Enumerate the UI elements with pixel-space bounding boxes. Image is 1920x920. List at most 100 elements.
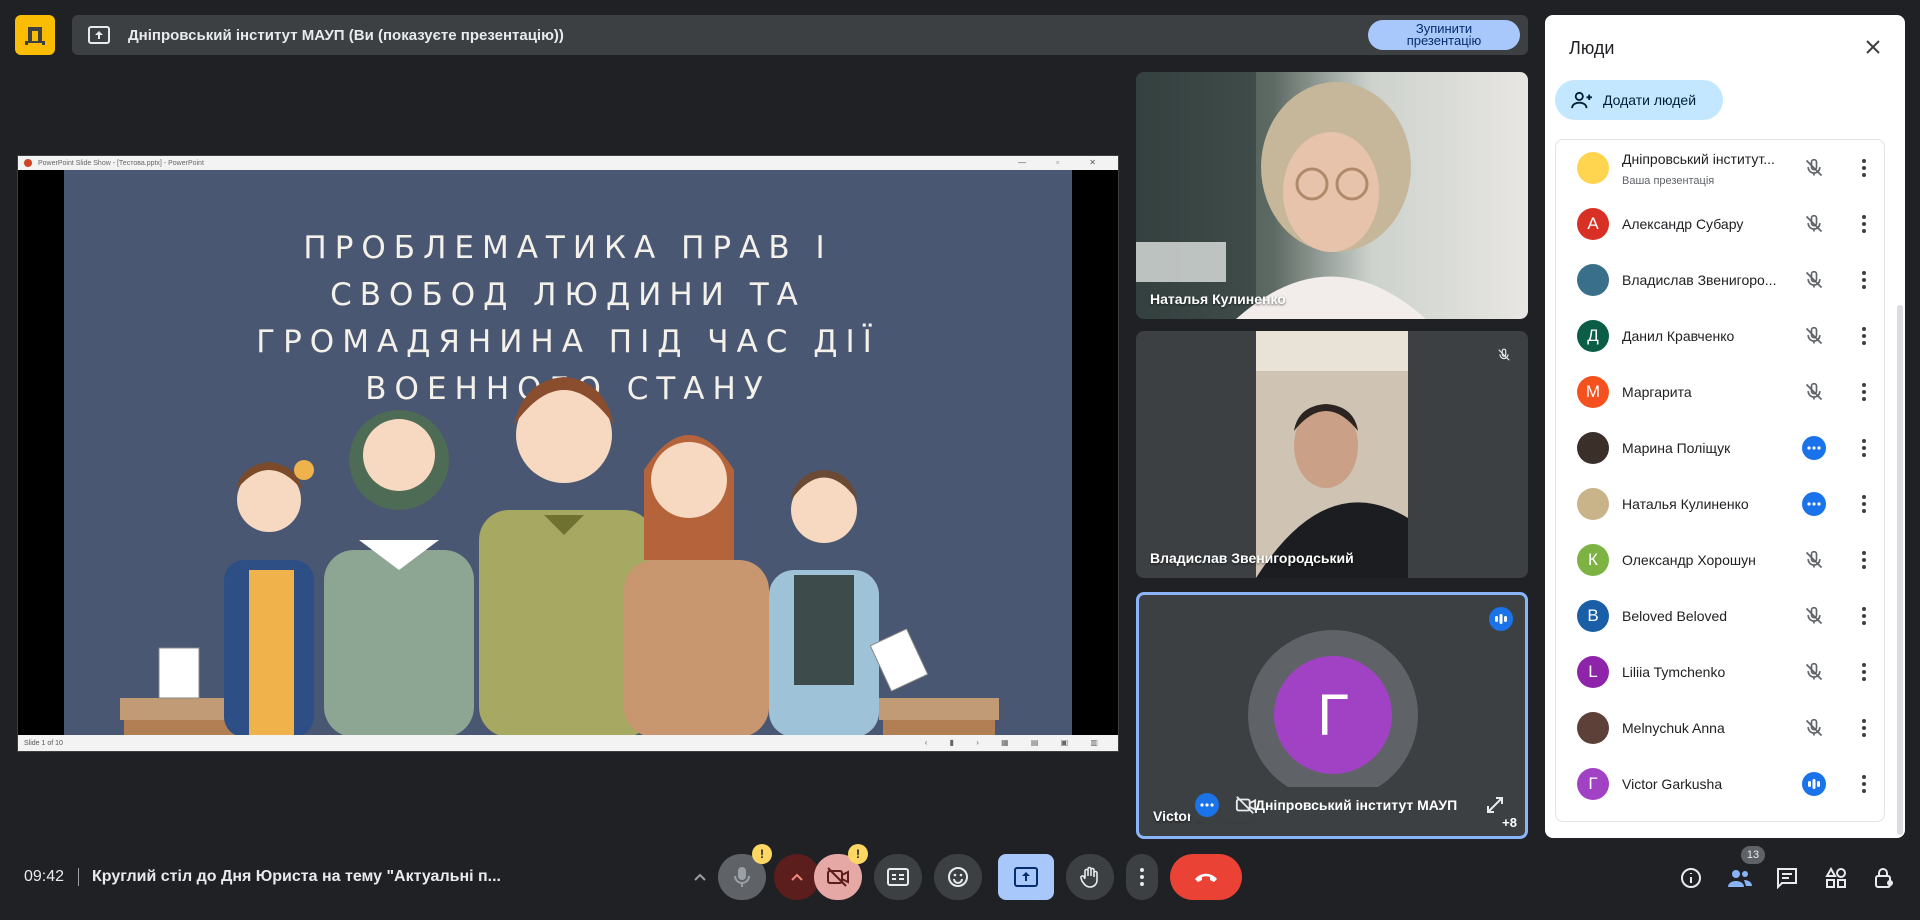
avatar: Д <box>1577 320 1609 352</box>
avatar: L <box>1577 656 1609 688</box>
host-controls-button[interactable] <box>1870 864 1898 892</box>
avatar: B <box>1577 600 1609 632</box>
mic-off-icon <box>1802 660 1826 684</box>
divider <box>78 868 79 886</box>
mic-off-icon <box>1802 212 1826 236</box>
institute-logo-icon <box>25 27 45 45</box>
participant-row[interactable]: К Олександр Хорошун <box>1556 532 1886 588</box>
more-vert-icon[interactable] <box>1854 156 1874 180</box>
more-vert-icon[interactable] <box>1854 268 1874 292</box>
meeting-details-button[interactable] <box>1677 864 1705 892</box>
participant-name: Марина Поліщук <box>1622 440 1731 456</box>
emoji-icon <box>948 867 968 887</box>
meeting-title: Круглий стіл до Дня Юриста на тему "Акту… <box>92 868 501 885</box>
mic-off-icon <box>1802 156 1826 180</box>
mic-off-icon <box>1802 604 1826 628</box>
mic-off-icon <box>1802 548 1826 572</box>
avatar <box>1577 712 1609 744</box>
participant-row[interactable]: Владислав Звенигоро... <box>1556 252 1886 308</box>
more-vert-icon[interactable] <box>1854 716 1874 740</box>
more-vert-icon[interactable] <box>1854 772 1874 796</box>
participant-subtitle: Ваша презентація <box>1622 175 1715 187</box>
camera-off-icon <box>1235 795 1257 820</box>
mic-off-icon <box>1802 268 1826 292</box>
people-count-badge: 13 <box>1741 846 1765 864</box>
speaking-indicator-icon <box>1802 772 1826 796</box>
powerpoint-statusbar: Slide 1 of 10 ‹ ▮ › ▦ ▤ ▣ ▥ <box>18 735 1118 751</box>
warning-icon: ! <box>848 844 868 864</box>
avatar <box>1577 488 1609 520</box>
participant-row[interactable]: B Beloved Beloved <box>1556 588 1886 644</box>
participant-list[interactable]: Дніпровський інститут... Ваша презентація… <box>1555 139 1885 822</box>
emoji-button[interactable] <box>934 854 982 900</box>
participant-row[interactable]: Д Данил Кравченко <box>1556 308 1886 364</box>
chat-button[interactable] <box>1773 864 1801 892</box>
participant-name: Melnychuk Anna <box>1622 720 1725 736</box>
panel-title: Люди <box>1569 38 1615 58</box>
present-button[interactable] <box>998 854 1054 900</box>
more-vert-icon <box>1140 868 1144 886</box>
more-options-icon[interactable] <box>1802 436 1826 460</box>
captions-icon <box>887 868 909 886</box>
participant-row[interactable]: Дніпровський інститут... Ваша презентація <box>1556 140 1886 196</box>
participant-name: Victor Garkusha <box>1622 776 1723 792</box>
participant-name: Liliia Tymchenko <box>1622 664 1726 680</box>
chevron-up-icon <box>694 873 706 881</box>
present-screen-icon <box>88 25 112 45</box>
video-tile-victor[interactable]: Г Victor Garkusha Дніпровський інститут … <box>1136 592 1528 839</box>
participant-row[interactable]: М Маргарита <box>1556 364 1886 420</box>
participant-row[interactable]: Марина Поліщук <box>1556 420 1886 476</box>
participant-name: Наталья Кулиненко <box>1622 496 1749 512</box>
participant-row[interactable]: Наталья Кулиненко <box>1556 476 1886 532</box>
avatar <box>1577 432 1609 464</box>
participant-name: Александр Субару <box>1622 216 1744 232</box>
presenting-label: Дніпровський інститут МАУП (Ви (показуєт… <box>128 26 564 44</box>
more-vert-icon[interactable] <box>1854 324 1874 348</box>
more-vert-icon[interactable] <box>1854 436 1874 460</box>
video-tile-vladyslav[interactable]: Владислав Звенигородський <box>1136 331 1528 578</box>
participant-name: Наталья Кулиненко <box>1150 291 1286 307</box>
participant-row[interactable]: А Александр Субару <box>1556 196 1886 252</box>
participant-name: Владислав Звенигоро... <box>1622 272 1777 288</box>
scrollbar[interactable] <box>1897 305 1903 835</box>
audio-options-button[interactable] <box>680 854 720 900</box>
activities-button[interactable] <box>1822 864 1850 892</box>
more-options-icon[interactable] <box>1195 793 1219 817</box>
participant-row[interactable]: Г Victor Garkusha <box>1556 756 1886 812</box>
more-options-button[interactable] <box>1126 854 1158 900</box>
avatar: К <box>1577 544 1609 576</box>
camera-off-icon <box>827 867 849 887</box>
more-vert-icon[interactable] <box>1854 548 1874 572</box>
raise-hand-button[interactable] <box>1066 854 1114 900</box>
camera-feed <box>1136 72 1426 319</box>
more-vert-icon[interactable] <box>1854 604 1874 628</box>
leave-call-button[interactable] <box>1170 854 1242 900</box>
video-tile-natalya[interactable]: Наталья Кулиненко <box>1136 72 1528 319</box>
avatar: Г <box>1577 768 1609 800</box>
avatar: М <box>1577 376 1609 408</box>
powerpoint-icon <box>24 159 32 167</box>
shared-screen: PowerPoint Slide Show - [Тестова.pptx] -… <box>17 155 1119 752</box>
add-person-icon <box>1571 91 1592 109</box>
participant-name: Маргарита <box>1622 384 1692 400</box>
participant-row[interactable]: Melnychuk Anna <box>1556 700 1886 756</box>
extra-participants-count: +8 <box>1502 815 1517 830</box>
more-vert-icon[interactable] <box>1854 212 1874 236</box>
participant-name: Beloved Beloved <box>1622 608 1728 624</box>
more-vert-icon[interactable] <box>1854 660 1874 684</box>
participant-row[interactable]: L Liliia Tymchenko <box>1556 644 1886 700</box>
hang-up-icon <box>1195 873 1217 882</box>
mic-button[interactable]: ! <box>718 844 772 900</box>
add-people-button[interactable]: Додати людей <box>1555 80 1723 120</box>
close-icon[interactable] <box>1861 35 1885 59</box>
people-button[interactable] <box>1726 864 1754 892</box>
more-vert-icon[interactable] <box>1854 380 1874 404</box>
presentation-tile-overlay[interactable]: Дніпровський інститут МАУП <box>1187 787 1513 823</box>
mic-off-icon <box>1802 380 1826 404</box>
more-options-icon[interactable] <box>1802 492 1826 516</box>
camera-button[interactable]: ! <box>814 844 868 900</box>
mic-icon <box>734 867 750 887</box>
stop-presenting-button[interactable]: Зупинити презентацію <box>1368 20 1520 50</box>
more-vert-icon[interactable] <box>1854 492 1874 516</box>
captions-button[interactable] <box>874 854 922 900</box>
